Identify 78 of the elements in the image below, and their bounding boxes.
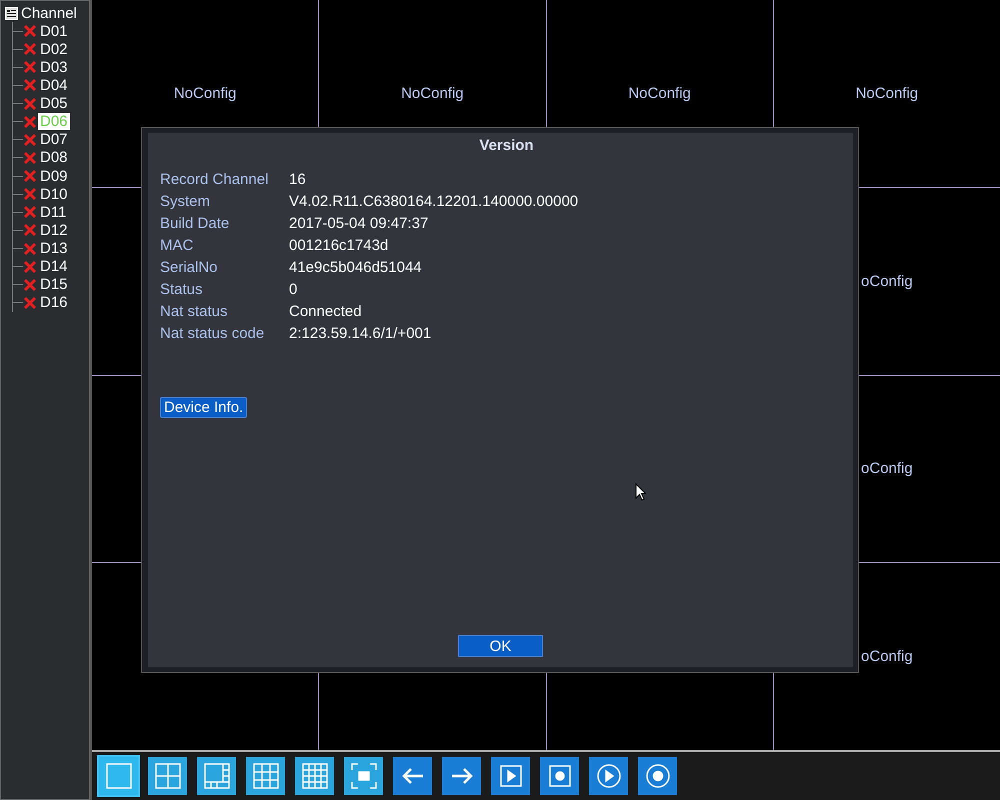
- channel-item[interactable]: D10: [38, 186, 70, 203]
- channel-status: oConfig: [861, 460, 913, 478]
- toolbar-button[interactable]: [344, 757, 383, 795]
- sixteen-grid-icon: [300, 761, 330, 791]
- channel-status: NoConfig: [401, 84, 464, 102]
- channel-item[interactable]: D07: [38, 131, 70, 148]
- channel-item[interactable]: D03: [38, 58, 70, 76]
- info-label: Record Channel: [160, 170, 270, 189]
- channel-item[interactable]: D13: [38, 240, 70, 258]
- channel-item[interactable]: D01: [38, 22, 70, 40]
- cross-icon: [23, 78, 37, 92]
- channel-status: NoConfig: [856, 84, 918, 102]
- toolbar-button[interactable]: [99, 757, 138, 795]
- info-value: 2017-05-04 09:47:37: [289, 214, 430, 233]
- channel-status: NoConfig: [628, 84, 691, 102]
- toolbar-button[interactable]: [393, 757, 432, 795]
- channel-status: oConfig: [861, 272, 913, 290]
- toolbar-button[interactable]: [442, 757, 481, 795]
- cross-icon: [23, 114, 37, 129]
- info-label: Nat status: [160, 302, 229, 321]
- info-label: Nat status code: [160, 324, 266, 343]
- info-label: Build Date: [160, 214, 230, 233]
- cross-icon: [23, 187, 37, 202]
- toolbar-button[interactable]: [540, 757, 579, 795]
- list-icon: [5, 7, 18, 20]
- mixed-layout-icon: [202, 761, 232, 791]
- cross-icon: [23, 205, 37, 220]
- info-value: 2:123.59.14.6/1/+001: [289, 324, 432, 343]
- info-value: 41e9c5b046d51044: [289, 258, 423, 277]
- cross-icon: [23, 296, 37, 310]
- channel-item[interactable]: D04: [38, 76, 70, 94]
- info-value: 16: [289, 170, 307, 189]
- toolbar-button[interactable]: [148, 757, 187, 795]
- toolbar-button[interactable]: [295, 757, 334, 795]
- info-value: 001216c1743d: [289, 236, 390, 255]
- cross-icon: [23, 96, 37, 111]
- single-view-icon: [104, 761, 134, 791]
- toolbar-button[interactable]: [589, 757, 628, 795]
- four-grid-icon: [152, 761, 182, 791]
- fullscreen-icon: [348, 761, 378, 791]
- channel-item[interactable]: D16: [38, 294, 70, 312]
- cross-icon: [23, 260, 37, 274]
- channel-item[interactable]: D14: [38, 258, 70, 276]
- toolbar-button[interactable]: [491, 757, 530, 795]
- toolbar-button[interactable]: [638, 757, 677, 795]
- info-label: System: [160, 192, 212, 211]
- toolbar-button[interactable]: [246, 757, 285, 795]
- cross-icon: [23, 132, 37, 147]
- channel-item[interactable]: D05: [38, 95, 70, 112]
- channel-item[interactable]: D15: [38, 276, 70, 294]
- cross-icon: [23, 24, 37, 38]
- cross-icon: [23, 242, 37, 256]
- channel-item[interactable]: D08: [38, 149, 70, 166]
- cross-icon: [23, 42, 37, 56]
- dialog-title: Version: [478, 136, 535, 154]
- toolbar-button[interactable]: [197, 757, 236, 795]
- info-label: MAC: [160, 236, 194, 255]
- cross-icon: [23, 60, 37, 74]
- mouse-pointer-icon: [635, 483, 646, 501]
- channel-item[interactable]: D02: [38, 40, 70, 58]
- info-label: SerialNo: [160, 258, 219, 277]
- ok-button[interactable]: OK: [458, 635, 543, 657]
- cross-icon: [23, 223, 37, 238]
- channel-status: oConfig: [861, 648, 913, 666]
- device-info-button[interactable]: Device Info.: [160, 397, 248, 418]
- info-value: V4.02.R11.C6380164.12201.140000.00000: [289, 192, 578, 211]
- nine-grid-icon: [250, 761, 280, 791]
- info-value: 0: [289, 280, 298, 299]
- info-label: Status: [160, 280, 204, 299]
- cross-icon: [23, 150, 37, 165]
- tree-title: Channel: [21, 5, 77, 22]
- cross-icon: [23, 278, 37, 292]
- channel-item[interactable]: D09: [38, 168, 70, 185]
- channel-status: NoConfig: [174, 84, 236, 102]
- cross-icon: [23, 169, 37, 184]
- channel-item[interactable]: D12: [38, 222, 70, 239]
- channel-item[interactable]: D11: [38, 204, 68, 221]
- info-value: Connected: [289, 302, 363, 321]
